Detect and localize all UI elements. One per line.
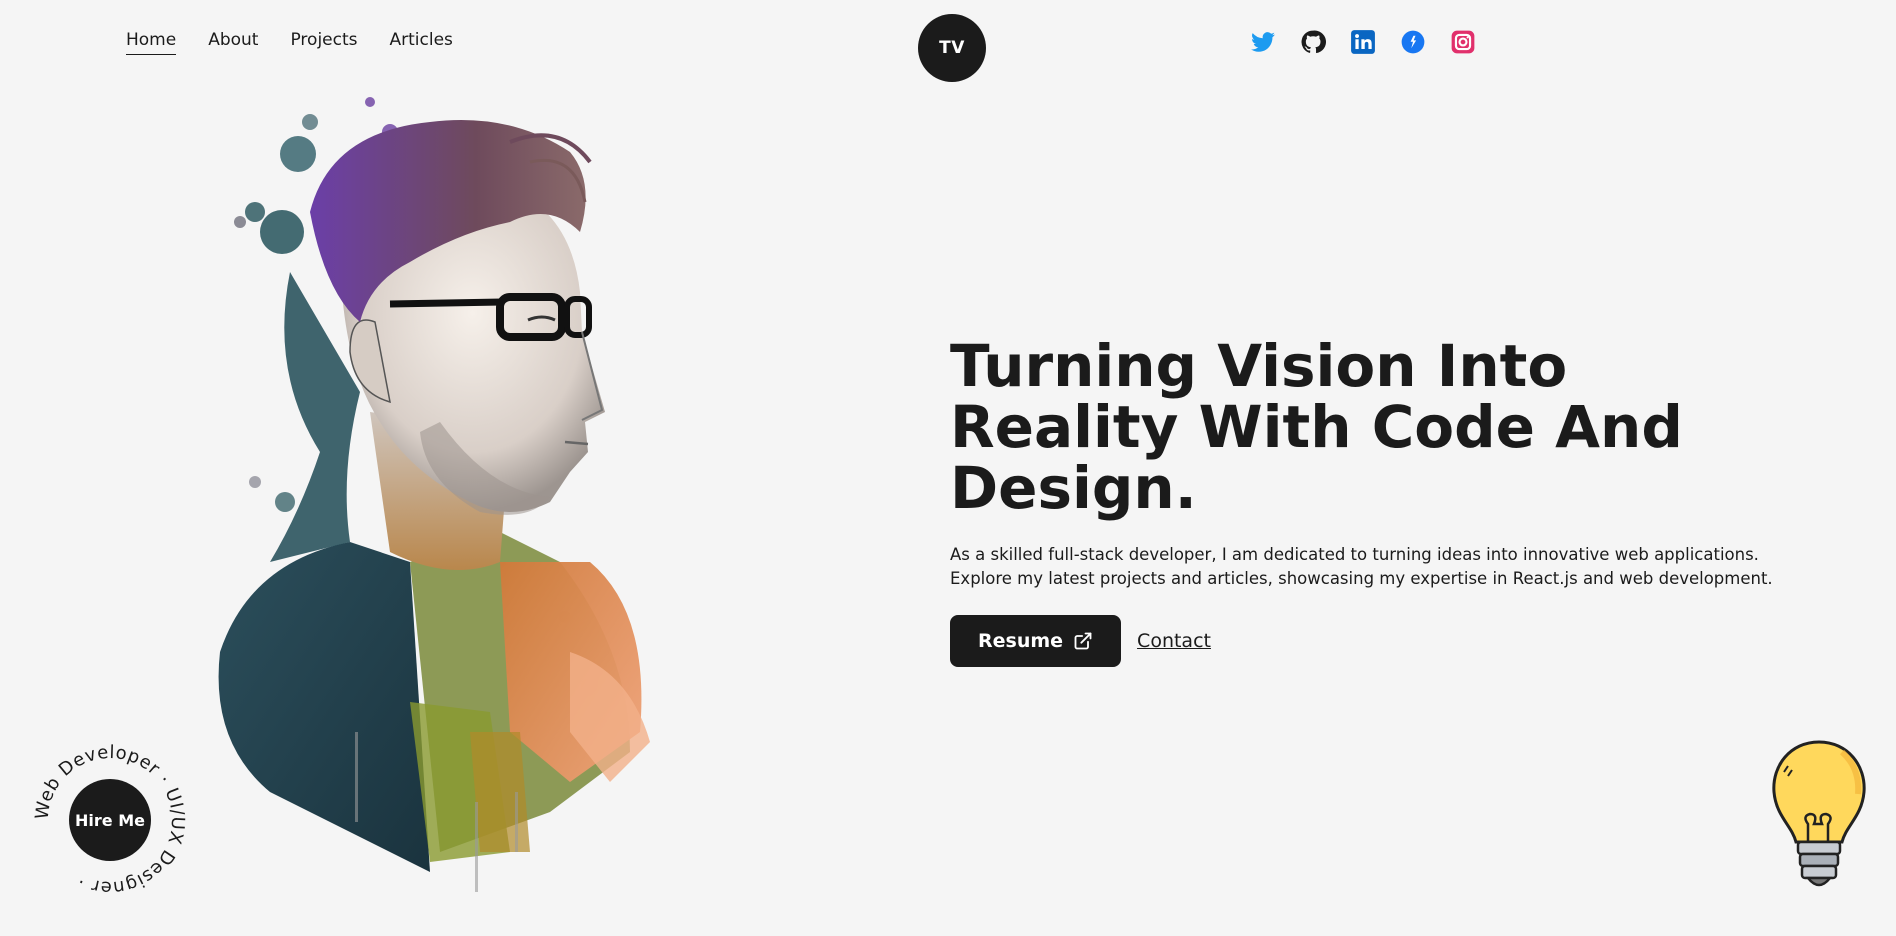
contact-link[interactable]: Contact [1137, 630, 1211, 652]
linkedin-icon[interactable] [1350, 29, 1376, 55]
nav-link-articles[interactable]: Articles [390, 30, 453, 52]
nav-link-projects[interactable]: Projects [290, 30, 357, 52]
site-logo[interactable]: TV [918, 14, 986, 82]
instagram-icon[interactable] [1450, 29, 1476, 55]
hero-section: Turning Vision Into Reality With Code An… [950, 336, 1810, 667]
twitter-icon[interactable] [1250, 29, 1276, 55]
info-icon[interactable] [1400, 29, 1426, 55]
hire-me-button[interactable]: Hire Me [69, 779, 151, 861]
external-link-icon [1074, 632, 1092, 650]
hero-description: As a skilled full-stack developer, I am … [950, 545, 1773, 588]
nav-link-about[interactable]: About [208, 30, 258, 52]
hero-actions: Resume Contact [950, 615, 1810, 667]
hire-me-badge[interactable]: Web Developer · UI/UX Designer · Hire Me [30, 740, 190, 900]
top-navigation: Home About Projects Articles TV [0, 0, 1896, 90]
social-links [1250, 29, 1476, 55]
hero-headline: Turning Vision Into Reality With Code An… [950, 332, 1683, 522]
nav-link-home[interactable]: Home [126, 30, 177, 55]
nav-links: Home About Projects Articles [126, 30, 453, 55]
github-icon[interactable] [1300, 29, 1326, 55]
resume-button-label: Resume [978, 630, 1064, 652]
lightbulb-icon [1772, 740, 1866, 887]
resume-button[interactable]: Resume [950, 615, 1122, 667]
profile-illustration [218, 97, 650, 892]
